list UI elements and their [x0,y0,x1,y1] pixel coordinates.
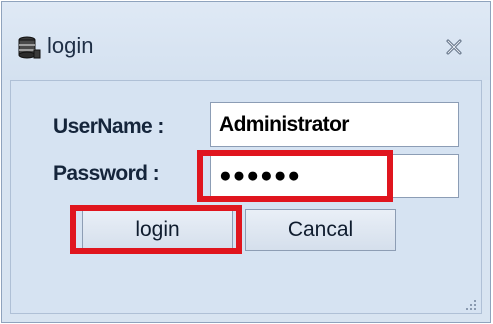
window-title: login [47,33,94,58]
password-label: Password : [53,162,160,185]
login-button[interactable]: login [82,209,233,251]
password-field[interactable]: ●●●●●● [210,154,459,198]
username-field[interactable]: Administrator [210,102,459,147]
login-dialog: login UserName : Administrator Password … [1,1,491,323]
resize-grip-icon[interactable] [464,298,478,312]
database-icon [18,36,41,59]
cancel-button[interactable]: Cancal [245,209,396,251]
title-bar[interactable]: login [2,2,490,80]
close-button[interactable] [439,32,469,62]
close-icon [446,39,462,55]
username-label: UserName : [53,115,164,138]
